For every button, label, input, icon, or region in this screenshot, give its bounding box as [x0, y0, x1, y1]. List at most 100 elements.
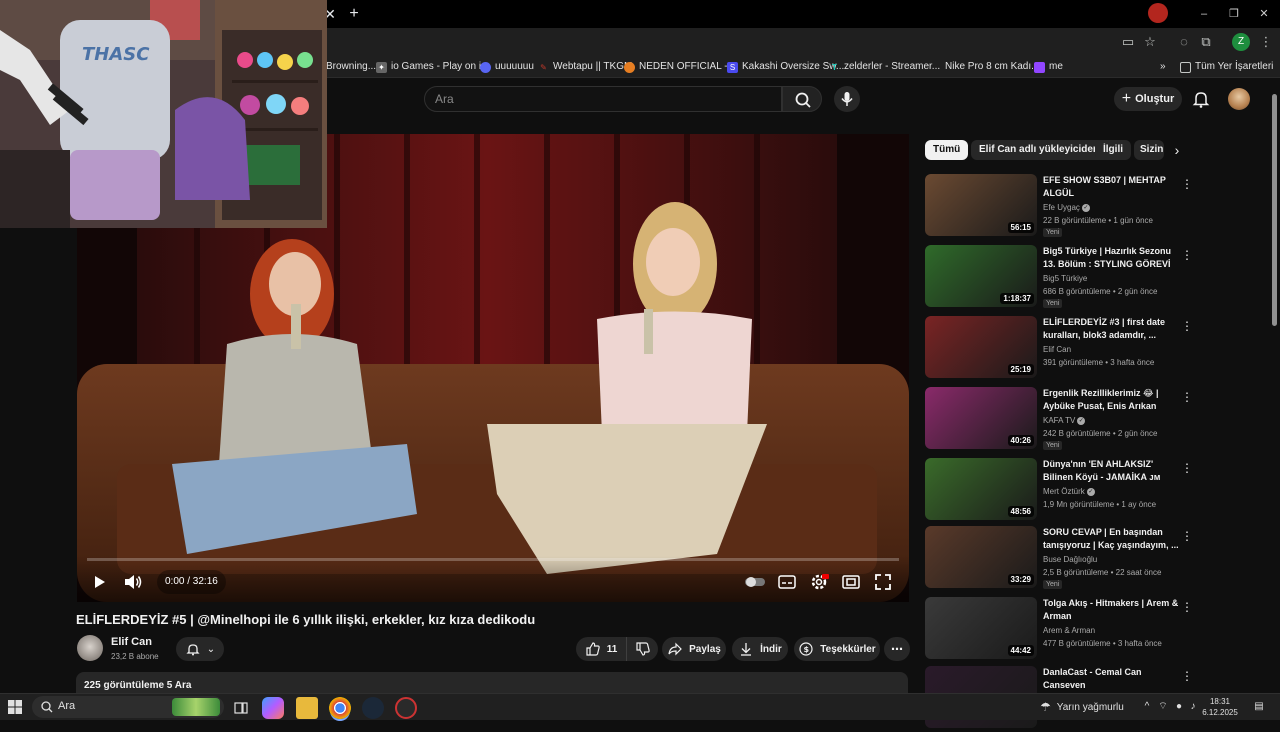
video-thumbnail[interactable]: 40:26 — [925, 387, 1037, 449]
recommendation-item[interactable]: 56:15 EFE SHOW S3B07 | MEHTAP ALGÜL Efe Uy… — [925, 174, 1200, 240]
like-button[interactable]: 11 — [576, 637, 626, 661]
fullscreen-button[interactable] — [871, 570, 895, 594]
chip-related[interactable]: İlgili — [1095, 140, 1131, 160]
puzzle-icon[interactable]: ⧉ — [1196, 32, 1216, 52]
recommendation-title[interactable]: Dünya'nın 'EN AHLAKSIZ' Bilinen Köyü - J… — [1043, 458, 1179, 484]
star-bookmark-icon[interactable]: ☆ — [1140, 32, 1160, 52]
recommendation-item[interactable]: 40:26 Ergenlik Rezilliklerimiz 😂 | Aybüke… — [925, 387, 1200, 453]
minimize-button[interactable]: – — [1192, 4, 1216, 24]
close-window-button[interactable]: ✕ — [1252, 4, 1276, 24]
windows-start-icon[interactable] — [8, 700, 22, 714]
chip-for-you[interactable]: Sizin — [1134, 140, 1164, 160]
subscription-notifications-button[interactable]: ⌄ — [176, 637, 224, 661]
cast-icon[interactable]: ▭ — [1118, 32, 1138, 52]
volume-icon[interactable]: ♪ — [1186, 700, 1200, 714]
recommendation-channel[interactable]: Efe Uygaç ✓ — [1043, 203, 1090, 212]
download-button[interactable]: İndir — [732, 637, 788, 661]
video-thumbnail[interactable]: 48:56 — [925, 458, 1037, 520]
autoplay-toggle[interactable] — [743, 570, 767, 594]
notifications-icon[interactable]: ▤ — [1252, 700, 1266, 714]
bookmark-item[interactable]: me — [1034, 59, 1063, 75]
recommendation-title[interactable]: ELİFLERDEYİZ #3 | first date kuralları, … — [1043, 316, 1179, 342]
miniplayer-button[interactable] — [839, 570, 863, 594]
recommendation-item[interactable]: 25:19 ELİFLERDEYİZ #3 | first date kurall… — [925, 316, 1200, 382]
weather-widget[interactable]: ☂ Yarın yağmurlu — [1040, 700, 1124, 714]
video-thumbnail[interactable]: 56:15 — [925, 174, 1037, 236]
bookmark-item[interactable]: NEDEN OFFICIAL -... — [624, 59, 736, 75]
extension-badge-icon[interactable] — [1148, 3, 1168, 23]
recommendation-item[interactable]: 44:42 Tolga Akış - Hitmakers | Arem & Arm… — [925, 597, 1200, 663]
bookmark-item[interactable]: ✦ io Games - Play on i... — [376, 59, 489, 75]
video-thumbnail[interactable]: 25:19 — [925, 316, 1037, 378]
bookmark-item[interactable]: Nike Pro 8 cm Kadı... — [930, 59, 1039, 75]
bookmark-item[interactable]: Tzelderler - Streamer... — [829, 59, 940, 75]
recommendation-title[interactable]: EFE SHOW S3B07 | MEHTAP ALGÜL — [1043, 174, 1179, 200]
recommendation-channel[interactable]: Big5 Türkiye — [1043, 274, 1087, 283]
taskbar-clock[interactable]: 18:31 6.12.2025 — [1200, 696, 1240, 718]
video-thumbnail[interactable]: 44:42 — [925, 597, 1037, 659]
taskbar-search[interactable]: Ara — [32, 696, 224, 718]
more-vertical-icon[interactable]: ⋮ — [1181, 389, 1193, 405]
user-avatar[interactable] — [1228, 88, 1250, 110]
search-box[interactable] — [424, 86, 782, 112]
create-button[interactable]: + Oluştur — [1114, 87, 1182, 111]
share-button[interactable]: Paylaş — [662, 637, 726, 661]
notifications-button[interactable] — [1190, 88, 1212, 110]
recommendation-title[interactable]: Tolga Akış - Hitmakers | Arem & Arman — [1043, 597, 1179, 623]
bookmarks-overflow-icon[interactable]: » — [1160, 59, 1166, 75]
restore-button[interactable]: ❐ — [1222, 4, 1246, 24]
file-explorer-icon[interactable] — [296, 697, 318, 719]
dislike-button[interactable] — [626, 637, 658, 661]
channel-avatar[interactable] — [77, 635, 103, 661]
more-vertical-icon[interactable]: ⋮ — [1181, 460, 1193, 476]
bookmark-item[interactable]: S Kakashi Oversize Sw... — [727, 59, 844, 75]
more-vertical-icon[interactable]: ⋮ — [1181, 599, 1193, 615]
bookmark-item[interactable]: uuuuuuu — [480, 59, 534, 75]
chevron-right-icon[interactable]: › — [1168, 141, 1186, 159]
more-vertical-icon[interactable]: ⋮ — [1181, 318, 1193, 334]
recommendation-channel[interactable]: Mert Öztürk ✓ — [1043, 487, 1095, 496]
recommendation-channel[interactable]: Arem & Arman — [1043, 626, 1095, 635]
subtitles-button[interactable] — [775, 570, 799, 594]
browser-profile-avatar[interactable]: Z — [1232, 33, 1250, 51]
more-vertical-icon[interactable]: ⋮ — [1181, 528, 1193, 544]
chip-from-uploader[interactable]: Elif Can adlı yükleyiciden — [971, 140, 1108, 160]
more-vertical-icon[interactable]: ⋮ — [1181, 176, 1193, 192]
recording-app-icon[interactable] — [395, 697, 417, 719]
recommendation-title[interactable]: SORU CEVAP | En başından tanışıyoruz | K… — [1043, 526, 1179, 552]
settings-button[interactable] — [807, 570, 831, 594]
recommendation-title[interactable]: Big5 Türkiye | Hazırlık Sezonu 13. Bölüm… — [1043, 245, 1179, 271]
recommendation-channel[interactable]: Elif Can — [1043, 345, 1071, 354]
bookmark-item[interactable]: ✎ Webtapu || TKGM — [538, 59, 632, 75]
all-bookmarks[interactable]: Tüm Yer İşaretleri — [1180, 59, 1273, 75]
chevron-up-icon[interactable]: ^ — [1140, 700, 1154, 714]
copilot-icon[interactable] — [262, 697, 284, 719]
chrome-icon[interactable] — [329, 697, 351, 719]
recommendation-item[interactable]: 1:18:37 Big5 Türkiye | Hazırlık Sezonu 13… — [925, 245, 1200, 311]
search-button[interactable] — [782, 86, 822, 112]
search-input[interactable] — [435, 87, 765, 111]
video-thumbnail[interactable]: 1:18:37 — [925, 245, 1037, 307]
microphone-icon[interactable]: ● — [1172, 700, 1186, 714]
browser-menu-icon[interactable]: ⋮ — [1256, 32, 1276, 52]
progress-bar[interactable] — [87, 558, 899, 561]
recommendation-item[interactable]: 33:29 SORU CEVAP | En başından tanışıyoru… — [925, 526, 1200, 592]
scrollbar-thumb[interactable] — [1272, 94, 1277, 326]
play-button[interactable] — [87, 570, 111, 594]
task-view-icon[interactable] — [230, 697, 252, 719]
volume-button[interactable] — [121, 570, 145, 594]
extension-icon[interactable]: ◌ — [1174, 32, 1194, 52]
more-vertical-icon[interactable]: ⋮ — [1181, 247, 1193, 263]
recommendation-title[interactable]: Ergenlik Rezilliklerimiz 😂 | Aybüke Pusa… — [1043, 387, 1179, 413]
network-icon[interactable]: ⌔ — [1156, 700, 1170, 714]
thanks-button[interactable]: $ Teşekkürler — [794, 637, 880, 661]
recommendation-item[interactable]: 48:56 Dünya'nın 'EN AHLAKSIZ' Bilinen Köy… — [925, 458, 1200, 524]
steam-icon[interactable] — [362, 697, 384, 719]
new-tab-button[interactable]: + — [344, 4, 364, 24]
bookmark-item[interactable]: Browning... — [326, 59, 376, 75]
more-actions-button[interactable]: ⋯ — [884, 637, 910, 661]
more-vertical-icon[interactable]: ⋮ — [1181, 668, 1193, 684]
recommendation-channel[interactable]: Buse Dağlıoğlu — [1043, 555, 1097, 564]
channel-name[interactable]: Elif Can — [111, 636, 152, 648]
chip-all[interactable]: Tümü — [925, 140, 969, 160]
